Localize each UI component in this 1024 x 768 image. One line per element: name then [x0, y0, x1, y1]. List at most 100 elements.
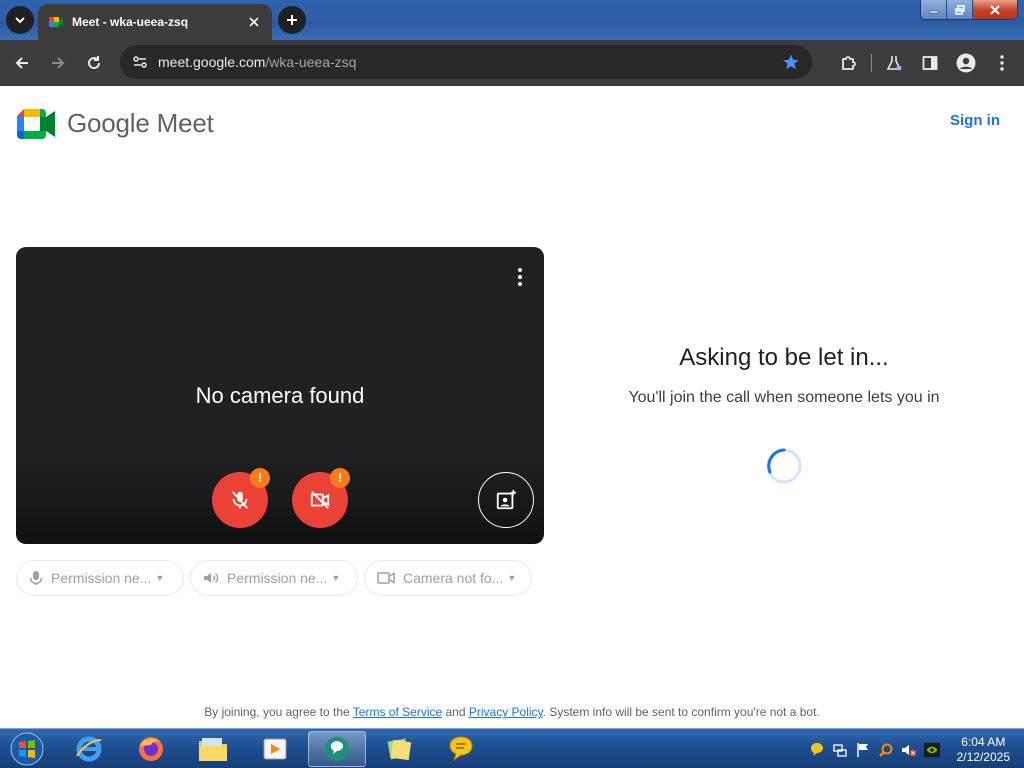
toolbar-actions	[831, 45, 1020, 81]
flask-icon	[886, 56, 902, 71]
speaker-select[interactable]: Permission ne... ▼	[190, 560, 358, 596]
reload-button[interactable]	[76, 45, 112, 81]
extensions-button[interactable]	[831, 45, 867, 81]
videocam-off-icon	[310, 491, 330, 509]
start-button[interactable]	[6, 731, 48, 767]
self-preview: No camera found ! !	[16, 247, 544, 544]
firefox-icon	[139, 737, 163, 761]
taskbar-active-app[interactable]	[308, 731, 366, 767]
taskbar-internet-explorer[interactable]	[60, 731, 118, 767]
windows-taskbar: 6:04 AM 2/12/2025	[0, 728, 1024, 768]
join-status-subtitle: You'll join the call when someone lets y…	[628, 389, 940, 406]
tray-volume-muted-icon[interactable]	[901, 742, 917, 758]
device-selectors: Permission ne... ▼ Permission ne... ▼ Ca…	[16, 560, 532, 596]
taskbar-firefox[interactable]	[122, 731, 180, 767]
camera-toggle-button[interactable]: !	[292, 468, 350, 528]
privacy-policy-link[interactable]: Privacy Policy	[469, 705, 543, 719]
clock-date: 2/12/2025	[956, 750, 1010, 764]
chevron-down-icon	[15, 17, 25, 24]
meet-page: Google Meet Sign in No camera found ! ! …	[0, 86, 1024, 728]
taskbar-notes-app[interactable]	[370, 731, 428, 767]
taskbar-file-explorer[interactable]	[184, 731, 242, 767]
minimize-button[interactable]	[921, 0, 947, 19]
more-vert-icon	[1000, 55, 1004, 71]
minimize-icon	[929, 10, 938, 13]
microphone-select[interactable]: Permission ne... ▼	[16, 560, 184, 596]
loading-spinner-icon	[766, 448, 802, 484]
new-tab-button[interactable]	[278, 6, 306, 34]
terms-footer: By joining, you agree to the Terms of Se…	[0, 705, 1024, 719]
notes-icon	[387, 738, 412, 761]
dropdown-caret-icon: ▼	[507, 573, 517, 583]
plus-icon	[287, 15, 297, 25]
taskbar-messenger-app[interactable]	[432, 731, 490, 767]
toolbar-divider	[871, 54, 872, 72]
footer-suffix: . System info will be sent to confirm yo…	[542, 705, 820, 719]
media-player-icon	[263, 738, 287, 760]
mic-warning-badge: !	[250, 468, 270, 488]
tray-network-icon[interactable]	[832, 742, 848, 758]
tab-search-button[interactable]	[6, 6, 34, 34]
browser-menu-button[interactable]	[984, 45, 1020, 81]
join-status-title: Asking to be let in...	[679, 344, 889, 371]
labs-button[interactable]	[876, 45, 912, 81]
internet-explorer-icon	[76, 736, 102, 762]
brand-name: Google Meet	[67, 108, 214, 138]
reload-icon	[88, 56, 101, 70]
camera-icon	[377, 572, 395, 584]
dropdown-caret-icon: ▼	[155, 573, 165, 583]
speaker-icon	[204, 572, 219, 584]
meet-favicon-icon	[49, 17, 63, 27]
close-window-button[interactable]	[973, 0, 1017, 19]
no-camera-message: No camera found	[195, 383, 365, 408]
url-path: /wka-ueea-zsq	[265, 54, 357, 70]
browser-tabstrip: Meet - wka-ueea-zsq	[0, 0, 1024, 40]
dropdown-caret-icon: ▼	[331, 573, 341, 583]
star-icon[interactable]	[782, 53, 800, 71]
visual-effects-button[interactable]	[478, 472, 534, 528]
brand-logo: Google Meet	[17, 108, 214, 139]
sign-in-link[interactable]: Sign in	[950, 112, 1000, 129]
forward-button[interactable]	[40, 45, 76, 81]
taskbar-clock[interactable]: 6:04 AM 2/12/2025	[957, 735, 1010, 765]
restore-button[interactable]	[947, 0, 973, 19]
browser-toolbar: meet.google.com/wka-ueea-zsq	[0, 40, 1024, 86]
clock-time: 6:04 AM	[961, 735, 1006, 749]
more-options-icon[interactable]	[512, 265, 528, 289]
puzzle-icon	[842, 56, 856, 70]
windows-orb-icon	[10, 732, 44, 766]
site-info-icon[interactable]	[132, 54, 148, 70]
tray-chat-icon[interactable]	[809, 742, 825, 758]
tray-nvidia-icon[interactable]	[923, 742, 940, 758]
background-effects-icon	[496, 489, 517, 510]
tray-flag-icon[interactable]	[855, 742, 871, 758]
url-text: meet.google.com/wka-ueea-zsq	[158, 54, 782, 70]
footer-prefix: By joining, you agree to the	[204, 705, 353, 719]
footer-middle: and	[442, 705, 469, 719]
speech-bubble-icon	[449, 736, 473, 762]
system-tray: 6:04 AM 2/12/2025	[809, 735, 1010, 765]
tray-search-icon[interactable]	[878, 742, 894, 758]
speaker-select-label: Permission ne...	[227, 570, 328, 586]
mic-icon	[29, 571, 43, 585]
arrow-left-icon	[15, 57, 28, 69]
microphone-toggle-button[interactable]: !	[212, 468, 270, 528]
camera-warning-badge: !	[330, 468, 350, 488]
camera-select[interactable]: Camera not fo... ▼	[364, 560, 532, 596]
folder-icon	[199, 738, 227, 761]
side-panel-button[interactable]	[912, 45, 948, 81]
address-bar[interactable]: meet.google.com/wka-ueea-zsq	[120, 45, 812, 79]
url-host: meet.google.com	[158, 54, 266, 70]
taskbar-media-player[interactable]	[246, 731, 304, 767]
google-meet-logo-icon	[17, 108, 55, 139]
chat-bubble-app-icon	[325, 737, 349, 761]
back-button[interactable]	[4, 45, 40, 81]
mic-off-icon	[231, 491, 249, 509]
profile-button[interactable]	[948, 45, 984, 81]
close-icon	[990, 4, 1000, 15]
browser-tab-active[interactable]: Meet - wka-ueea-zsq	[38, 4, 272, 40]
terms-of-service-link[interactable]: Terms of Service	[353, 705, 442, 719]
tab-close-icon[interactable]	[246, 14, 262, 30]
microphone-select-label: Permission ne...	[51, 570, 152, 586]
tab-title: Meet - wka-ueea-zsq	[72, 15, 189, 29]
